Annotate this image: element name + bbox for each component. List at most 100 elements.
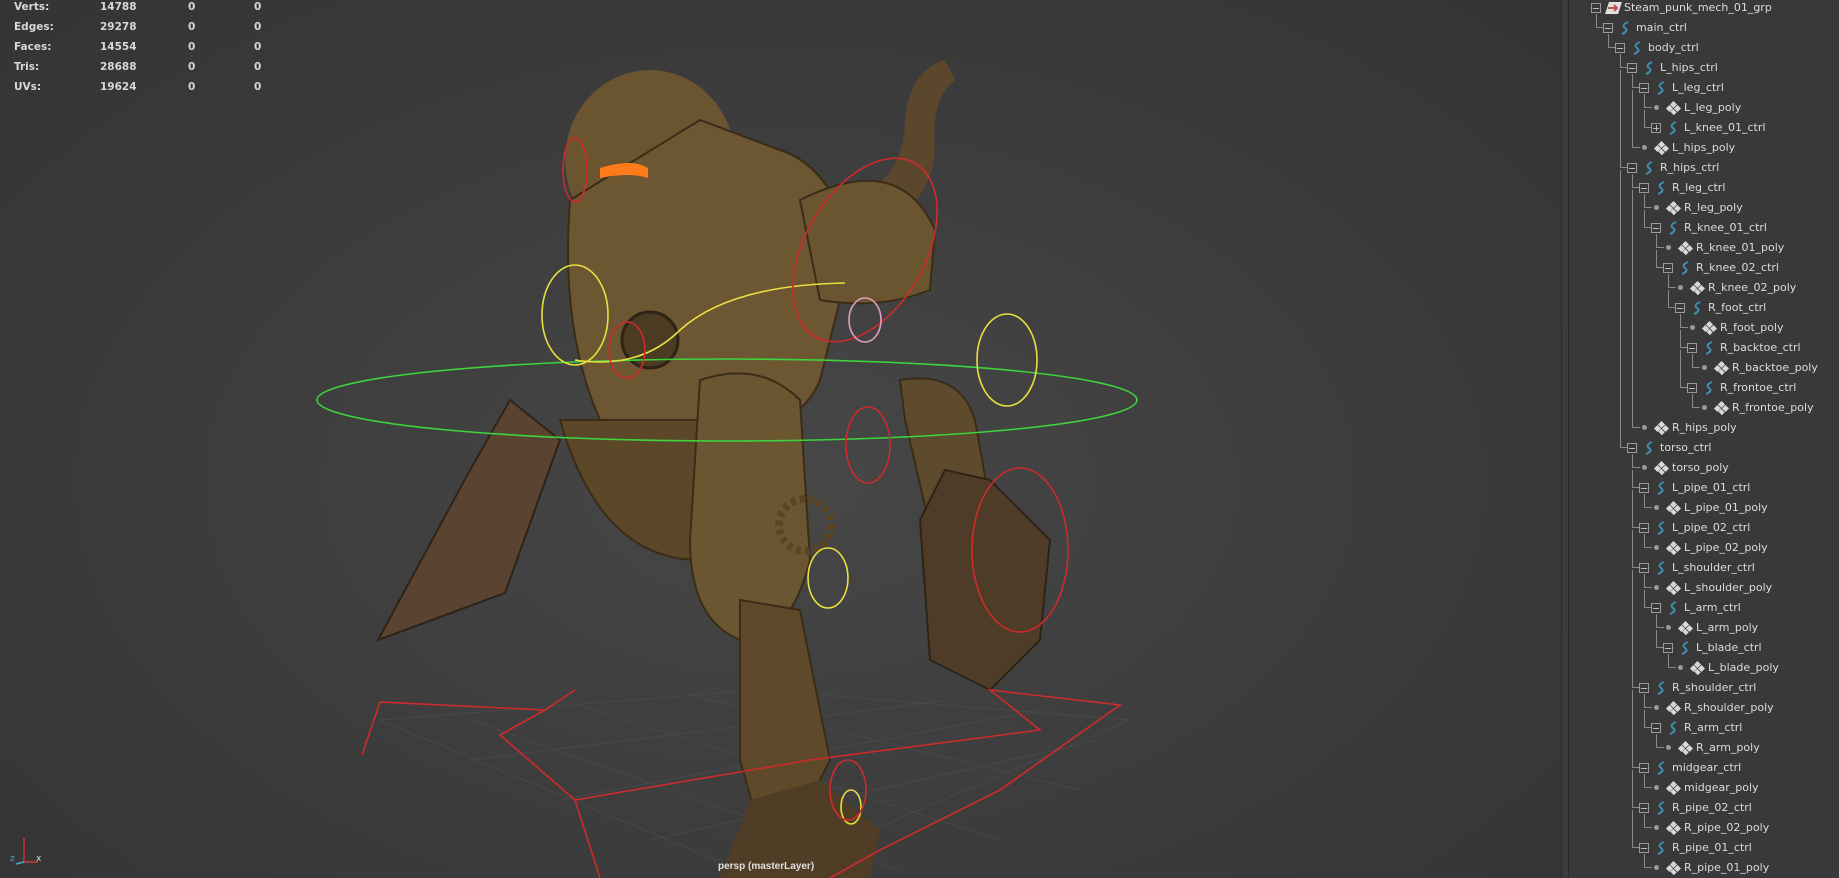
collapse-button[interactable] — [1663, 643, 1673, 653]
collapse-button[interactable] — [1591, 3, 1601, 13]
collapse-button[interactable] — [1639, 763, 1649, 773]
outliner-item[interactable]: R_frontoe_ctrl — [1569, 370, 1839, 400]
collapse-button[interactable] — [1651, 603, 1661, 613]
tree-connector — [1632, 270, 1633, 290]
outliner-item[interactable]: R_knee_01_ctrl — [1569, 210, 1839, 240]
outliner-item[interactable]: R_pipe_01_poly — [1569, 854, 1839, 878]
outliner-item[interactable]: L_hips_ctrl — [1569, 54, 1839, 80]
leaf-node-dot — [1642, 465, 1647, 470]
leg-ctrl-curve[interactable] — [848, 297, 882, 343]
outliner-item[interactable]: L_hips_poly — [1569, 130, 1839, 160]
outliner-item[interactable]: R_frontoe_poly — [1569, 390, 1839, 420]
outliner-item[interactable]: main_ctrl — [1569, 14, 1839, 40]
l-knee-ctrl-curve[interactable] — [807, 547, 849, 609]
robot-model[interactable] — [375, 60, 1052, 878]
mesh-icon — [1653, 460, 1670, 476]
tree-connector — [1620, 390, 1621, 410]
outliner-item[interactable]: L_leg_poly — [1569, 90, 1839, 120]
outliner-item[interactable]: R_leg_poly — [1569, 190, 1839, 220]
tree-connector — [1644, 710, 1645, 728]
scene-canvas[interactable] — [0, 0, 1561, 878]
outliner-item[interactable]: R_backtoe_ctrl — [1569, 330, 1839, 360]
nurbs-curve-icon — [1665, 600, 1681, 615]
outliner-item[interactable]: R_knee_01_poly — [1569, 230, 1839, 260]
collapse-button[interactable] — [1639, 563, 1649, 573]
outliner-item[interactable]: L_pipe_01_poly — [1569, 490, 1839, 520]
collapse-button[interactable] — [1639, 183, 1649, 193]
collapse-button[interactable] — [1639, 803, 1649, 813]
outliner-item[interactable]: L_arm_ctrl — [1569, 590, 1839, 620]
collapse-button[interactable] — [1663, 263, 1673, 273]
outliner-item[interactable]: L_shoulder_poly — [1569, 570, 1839, 600]
collapse-button[interactable] — [1603, 23, 1613, 33]
outliner-item[interactable]: R_arm_ctrl — [1569, 710, 1839, 740]
outliner-item[interactable]: R_pipe_01_ctrl — [1569, 830, 1839, 860]
collapse-button[interactable] — [1627, 63, 1637, 73]
hud-label: Faces: — [14, 41, 52, 53]
outliner-item[interactable]: R_foot_poly — [1569, 310, 1839, 340]
outliner-item[interactable]: R_knee_02_ctrl — [1569, 250, 1839, 280]
3d-viewport[interactable]: Verts: 14788 0 0 Edges: 29278 0 0 Faces: 14554 0 0 T… — [0, 0, 1561, 878]
outliner-item[interactable]: L_pipe_02_ctrl — [1569, 510, 1839, 540]
outliner-item[interactable]: R_hips_ctrl — [1569, 150, 1839, 180]
collapse-button[interactable] — [1639, 83, 1649, 93]
outliner-item[interactable]: L_pipe_02_poly — [1569, 530, 1839, 560]
leaf-node-dot — [1654, 545, 1659, 550]
outliner-item[interactable]: R_leg_ctrl — [1569, 170, 1839, 200]
outliner-item-label: L_pipe_01_poly — [1684, 501, 1768, 514]
outliner-panel[interactable]: Steam_punk_mech_01_grp main_ctrl body_ctrl… — [1569, 0, 1839, 878]
collapse-button[interactable] — [1639, 523, 1649, 533]
collapse-button[interactable] — [1615, 43, 1625, 53]
collapse-button[interactable] — [1639, 683, 1649, 693]
collapse-button[interactable] — [1651, 723, 1661, 733]
outliner-item[interactable]: L_blade_ctrl — [1569, 630, 1839, 660]
hips-ctrl-curve[interactable] — [976, 313, 1038, 407]
tree-connector — [1632, 90, 1633, 110]
collapse-button[interactable] — [1639, 843, 1649, 853]
outliner-item[interactable]: R_backtoe_poly — [1569, 350, 1839, 380]
tree-connector — [1632, 770, 1633, 790]
outliner-item[interactable]: R_hips_poly — [1569, 410, 1839, 440]
panel-splitter[interactable] — [1561, 0, 1569, 878]
tree-connector — [1632, 427, 1640, 428]
collapse-button[interactable] — [1627, 163, 1637, 173]
tree-connector — [1644, 590, 1645, 608]
outliner-item[interactable]: Steam_punk_mech_01_grp — [1569, 0, 1839, 20]
outliner-item[interactable]: body_ctrl — [1569, 34, 1839, 60]
outliner-item-label: R_foot_ctrl — [1708, 301, 1767, 314]
outliner-item[interactable]: L_blade_poly — [1569, 650, 1839, 680]
collapse-button[interactable] — [1639, 483, 1649, 493]
tree-connector — [1656, 627, 1664, 628]
hud-label: Verts: — [14, 1, 50, 13]
tree-connector — [1668, 290, 1669, 308]
knee-ctrl-curve[interactable] — [845, 406, 891, 484]
collapse-button[interactable] — [1687, 343, 1697, 353]
collapse-button[interactable] — [1627, 443, 1637, 453]
outliner-item[interactable]: R_knee_02_poly — [1569, 270, 1839, 300]
outliner-item-label: L_blade_ctrl — [1696, 641, 1762, 654]
mesh-icon — [1713, 400, 1730, 416]
expand-button[interactable] — [1651, 123, 1661, 133]
collapse-button[interactable] — [1651, 223, 1661, 233]
hud-selected-value: 0 — [188, 81, 196, 93]
outliner-item[interactable]: R_shoulder_ctrl — [1569, 670, 1839, 700]
outliner-item[interactable]: R_pipe_02_ctrl — [1569, 790, 1839, 820]
outliner-item[interactable]: R_shoulder_poly — [1569, 690, 1839, 720]
outliner-item[interactable]: L_knee_01_ctrl — [1569, 110, 1839, 140]
outliner-item[interactable]: midgear_ctrl — [1569, 750, 1839, 780]
outliner-item[interactable]: torso_ctrl — [1569, 430, 1839, 460]
outliner-item[interactable]: L_arm_poly — [1569, 610, 1839, 640]
tree-connector — [1632, 750, 1633, 768]
tree-connector — [1620, 330, 1621, 350]
leaf-node-dot — [1702, 365, 1707, 370]
outliner-item[interactable]: L_shoulder_ctrl — [1569, 550, 1839, 580]
outliner-item[interactable]: midgear_poly — [1569, 770, 1839, 800]
outliner-item[interactable]: R_pipe_02_poly — [1569, 810, 1839, 840]
outliner-item[interactable]: L_leg_ctrl — [1569, 70, 1839, 100]
outliner-item[interactable]: R_foot_ctrl — [1569, 290, 1839, 320]
collapse-button[interactable] — [1675, 303, 1685, 313]
outliner-item[interactable]: torso_poly — [1569, 454, 1839, 480]
outliner-item[interactable]: R_arm_poly — [1569, 730, 1839, 760]
collapse-button[interactable] — [1687, 383, 1697, 393]
outliner-item[interactable]: L_pipe_01_ctrl — [1569, 470, 1839, 500]
